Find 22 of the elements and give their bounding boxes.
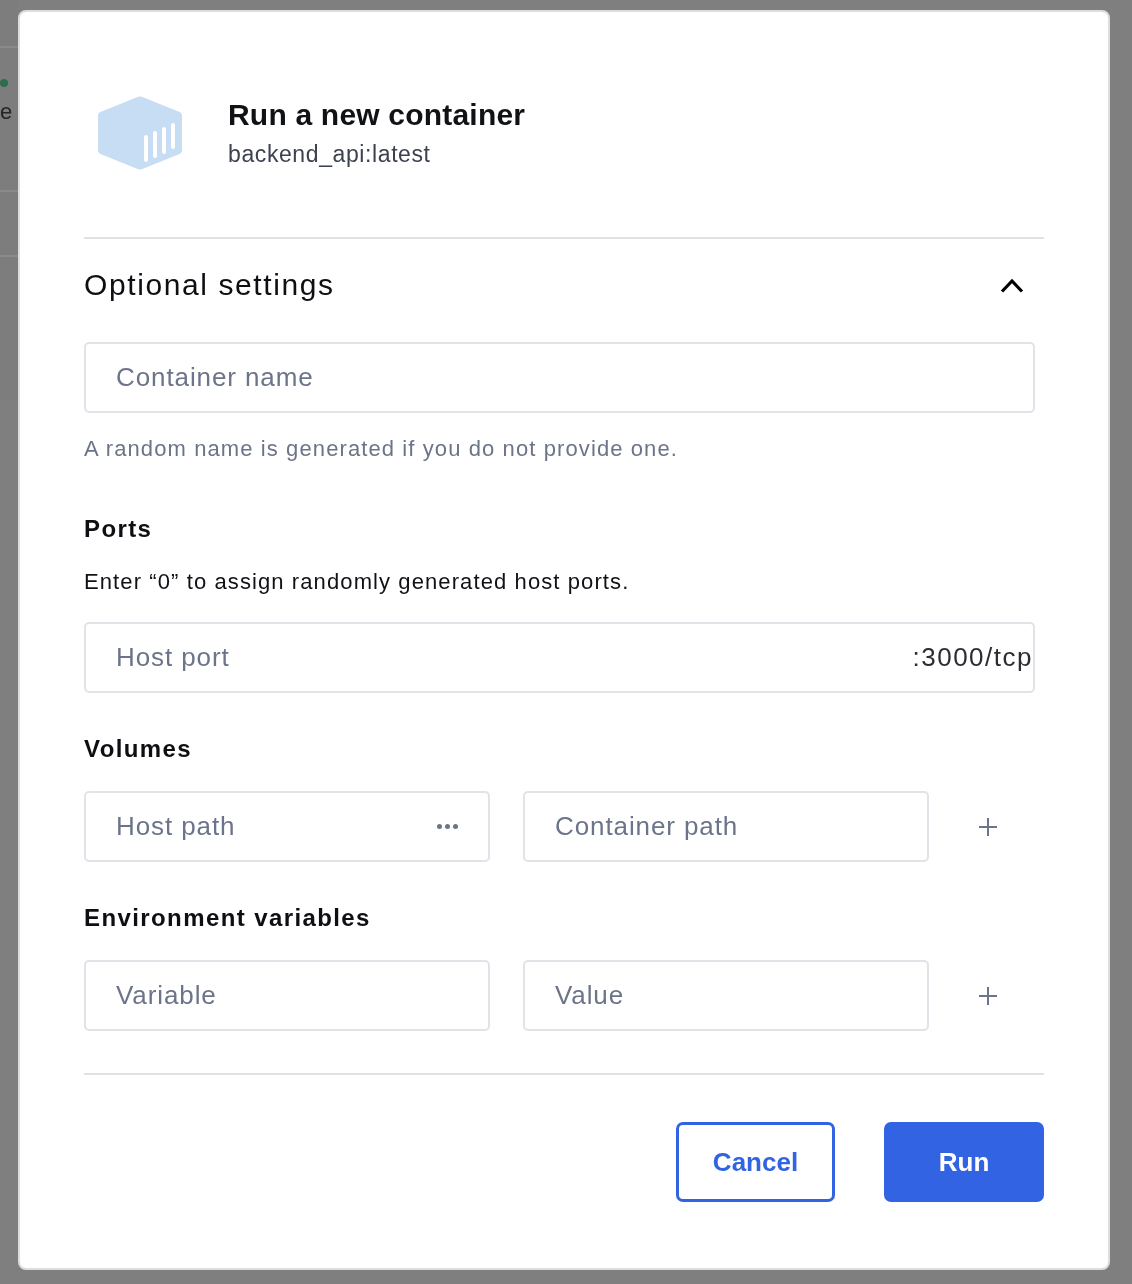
plus-icon[interactable] bbox=[979, 986, 997, 1005]
port-suffix: :3000/tcp bbox=[912, 642, 1033, 673]
image-name: backend_api:latest bbox=[228, 140, 431, 168]
section-heading: Ports bbox=[84, 515, 153, 543]
input-field[interactable]: Variable bbox=[84, 960, 490, 1031]
input-field[interactable]: Host path bbox=[84, 791, 490, 862]
plus-icon[interactable] bbox=[979, 817, 997, 836]
section-description: Enter “0” to assign randomly generated host ports. bbox=[84, 570, 630, 594]
ellipsis-icon[interactable] bbox=[437, 824, 458, 829]
dialog-title: Run a new container bbox=[228, 98, 526, 132]
run-button[interactable]: Run bbox=[884, 1122, 1044, 1202]
input-field[interactable]: Container name bbox=[84, 342, 1035, 413]
section-heading: Environment variables bbox=[84, 904, 371, 932]
chevron-up-icon[interactable] bbox=[1000, 277, 1024, 293]
background-text: e bbox=[0, 99, 13, 125]
input-field[interactable]: Container path bbox=[523, 791, 929, 862]
section-heading: Volumes bbox=[84, 735, 193, 763]
container-icon bbox=[98, 96, 182, 170]
field-hint: A random name is generated if you do not provide one. bbox=[84, 437, 679, 461]
input-field[interactable]: Value bbox=[523, 960, 929, 1031]
cancel-button[interactable]: Cancel bbox=[676, 1122, 835, 1202]
accordion-title[interactable]: Optional settings bbox=[84, 267, 335, 303]
